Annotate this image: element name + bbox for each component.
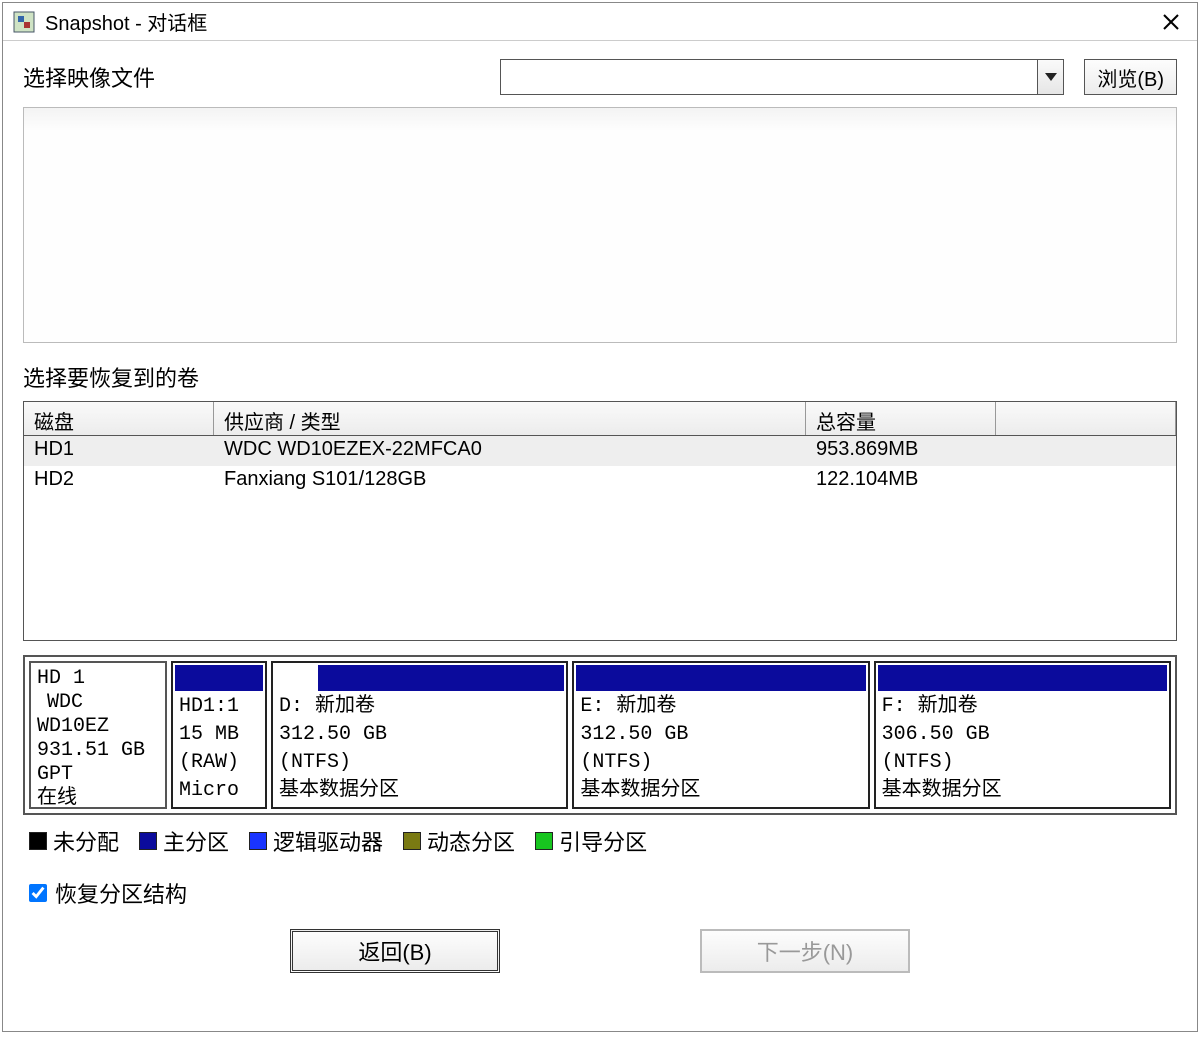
titlebar: Snapshot - 对话框 (3, 3, 1197, 41)
disk-table-body: HD1 WDC WD10EZEX-22MFCA0 953.869MB HD2 F… (24, 436, 1176, 640)
partition-fs: (RAW) (173, 749, 265, 777)
back-button[interactable]: 返回(B) (290, 929, 500, 973)
partition-size: 312.50 GB (574, 721, 867, 749)
partition-type: 基本数据分区 (574, 777, 867, 805)
legend-unallocated: 未分配 (29, 825, 119, 857)
restore-structure-label: 恢复分区结构 (55, 877, 187, 909)
browse-button[interactable]: 浏览(B) (1084, 59, 1177, 95)
partition-fs: (NTFS) (273, 749, 566, 777)
partition-panel: HD 1 WDC WD10EZ 931.51 GB GPT 在线 HD1:1 1… (23, 655, 1177, 815)
partition-type: 基本数据分区 (273, 777, 566, 805)
disk-info-box[interactable]: HD 1 WDC WD10EZ 931.51 GB GPT 在线 (29, 661, 167, 809)
partition-legend: 未分配 主分区 逻辑驱动器 动态分区 引导分区 (23, 825, 1177, 857)
legend-primary: 主分区 (139, 825, 229, 857)
restore-structure-checkbox-row[interactable]: 恢复分区结构 (29, 877, 1177, 909)
chevron-down-icon (1045, 73, 1057, 81)
header-vendor[interactable]: 供应商 / 类型 (214, 402, 806, 435)
disk-status: 在线 (37, 787, 159, 809)
select-image-row: 选择映像文件 浏览(B) (23, 59, 1177, 95)
select-image-label: 选择映像文件 (23, 61, 173, 93)
image-preview-area (23, 107, 1177, 343)
partition-box[interactable]: E: 新加卷 312.50 GB (NTFS) 基本数据分区 (572, 661, 869, 809)
legend-logical: 逻辑驱动器 (249, 825, 383, 857)
table-row[interactable]: HD1 WDC WD10EZEX-22MFCA0 953.869MB (24, 436, 1176, 466)
close-icon (1162, 13, 1180, 31)
partition-size: 15 MB (173, 721, 265, 749)
combobox-dropdown-button[interactable] (1037, 60, 1063, 94)
cell-vendor: Fanxiang S101/128GB (214, 468, 806, 494)
swatch-icon (29, 832, 47, 850)
partition-label: D: 新加卷 (273, 693, 566, 721)
disk-name: HD 1 (37, 667, 159, 691)
header-extra[interactable] (996, 402, 1176, 435)
header-capacity[interactable]: 总容量 (806, 402, 996, 435)
close-button[interactable] (1151, 7, 1191, 37)
partition-usage-bar (576, 665, 865, 691)
image-file-input[interactable] (501, 60, 1037, 94)
app-icon (13, 11, 35, 33)
disk-size: 931.51 GB (37, 739, 159, 763)
disk-model: WDC WD10EZ (37, 691, 159, 739)
partition-box[interactable]: HD1:1 15 MB (RAW) Micro (171, 661, 267, 809)
table-row[interactable]: HD2 Fanxiang S101/128GB 122.104MB (24, 466, 1176, 496)
header-disk[interactable]: 磁盘 (24, 402, 214, 435)
cell-disk: HD2 (24, 468, 214, 494)
next-button[interactable]: 下一步(N) (700, 929, 910, 973)
select-volume-label: 选择要恢复到的卷 (23, 361, 1177, 393)
partition-usage-bar (878, 665, 1167, 691)
disk-table: 磁盘 供应商 / 类型 总容量 HD1 WDC WD10EZEX-22MFCA0… (23, 401, 1177, 641)
swatch-icon (249, 832, 267, 850)
partition-usage-bar (175, 665, 263, 691)
disk-scheme: GPT (37, 763, 159, 787)
cell-vendor: WDC WD10EZEX-22MFCA0 (214, 438, 806, 464)
partition-usage-bar (275, 665, 564, 691)
partition-label: F: 新加卷 (876, 693, 1169, 721)
button-row: 返回(B) 下一步(N) (23, 929, 1177, 983)
window-title: Snapshot - 对话框 (45, 7, 1151, 36)
cell-disk: HD1 (24, 438, 214, 464)
partition-type: Micro (173, 777, 265, 805)
swatch-icon (139, 832, 157, 850)
disk-table-header: 磁盘 供应商 / 类型 总容量 (24, 402, 1176, 436)
partition-label: HD1:1 (173, 693, 265, 721)
partition-box[interactable]: D: 新加卷 312.50 GB (NTFS) 基本数据分区 (271, 661, 568, 809)
partition-fs: (NTFS) (574, 749, 867, 777)
cell-capacity: 953.869MB (806, 438, 996, 464)
partition-fs: (NTFS) (876, 749, 1169, 777)
partition-type: 基本数据分区 (876, 777, 1169, 805)
content-area: 选择映像文件 浏览(B) 选择要恢复到的卷 磁盘 供应商 / 类型 总容量 HD (3, 41, 1197, 1031)
dialog-window: Snapshot - 对话框 选择映像文件 浏览(B) 选择要恢复到的卷 磁盘 … (2, 2, 1198, 1032)
swatch-icon (403, 832, 421, 850)
partition-box[interactable]: F: 新加卷 306.50 GB (NTFS) 基本数据分区 (874, 661, 1171, 809)
partition-label: E: 新加卷 (574, 693, 867, 721)
partition-size: 306.50 GB (876, 721, 1169, 749)
partition-size: 312.50 GB (273, 721, 566, 749)
image-file-combobox[interactable] (500, 59, 1064, 95)
restore-structure-checkbox[interactable] (29, 884, 47, 902)
legend-boot: 引导分区 (535, 825, 647, 857)
cell-capacity: 122.104MB (806, 468, 996, 494)
legend-dynamic: 动态分区 (403, 825, 515, 857)
swatch-icon (535, 832, 553, 850)
